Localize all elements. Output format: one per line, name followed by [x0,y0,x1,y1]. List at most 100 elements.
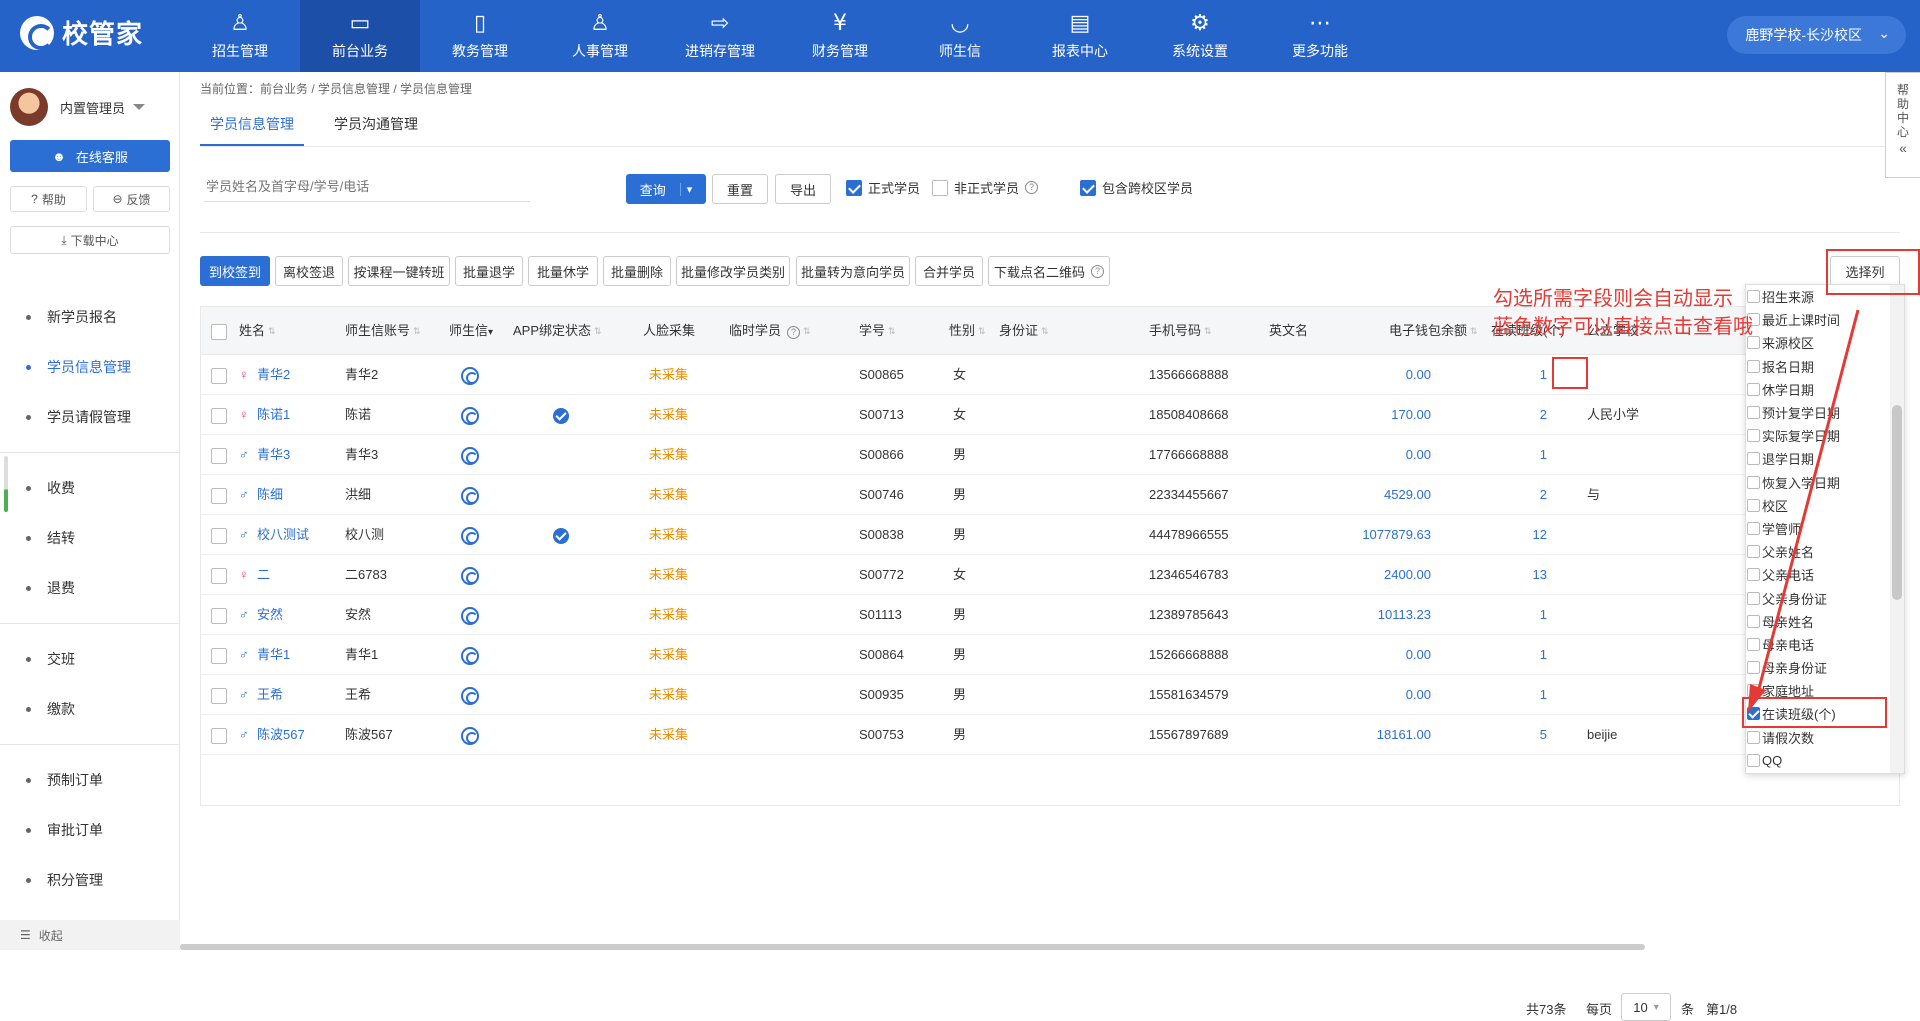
sidebar-item[interactable]: 交班 [0,634,180,684]
nav-item-4[interactable]: ⇨ 进销存管理 [660,0,780,72]
help-button[interactable]: ? 帮助 [10,186,87,212]
student-name-link[interactable]: 陈诺1 [257,395,290,435]
column-option[interactable]: QQ [1746,749,1904,772]
wx-icon-cell[interactable] [461,395,479,435]
table-row[interactable]: ♂ 陈细 洪细 未采集 S00746 男 22334455667 4529.00 2 与 [201,475,1901,515]
nav-item-1[interactable]: ▭ 前台业务 [300,0,420,72]
face-status[interactable]: 未采集 [649,435,688,475]
page-size-select[interactable]: 10 ▾ [1621,993,1671,1021]
wallet-balance[interactable]: 0.00 [1331,355,1431,395]
col-wx[interactable]: 师生信▾ [449,307,493,355]
export-button[interactable]: 导出 [775,174,831,204]
search-input[interactable] [204,172,530,202]
column-option[interactable]: 公立学校 [1746,772,1904,773]
nav-item-2[interactable]: ▯ 教务管理 [420,0,540,72]
formal-student-checkbox[interactable]: 正式学员 [846,178,920,197]
class-count-link[interactable]: 13 [1491,555,1547,595]
sidebar-item[interactable]: 结转 [0,513,180,563]
wallet-balance[interactable]: 18161.00 [1331,715,1431,755]
online-service-button[interactable]: ☻ 在线客服 [10,140,170,172]
row-checkbox[interactable] [211,635,227,675]
action-button-5[interactable]: 批量删除 [603,256,671,286]
action-button-0[interactable]: 到校签到 [200,256,270,286]
school-selector[interactable]: 鹿野学校-长沙校区 ⌄ [1727,16,1906,54]
wx-icon-cell[interactable] [461,355,479,395]
row-checkbox[interactable] [211,555,227,595]
table-row[interactable]: ♂ 安然 安然 未采集 S01113 男 12389785643 10113.23 1 [201,595,1901,635]
row-checkbox[interactable] [211,435,227,475]
sidebar-item[interactable]: 预制订单 [0,755,180,805]
student-name-link[interactable]: 王希 [257,675,283,715]
question-icon[interactable]: ? [787,326,801,339]
download-center-button[interactable]: ⤓ 下载中心 [10,226,170,254]
student-name-link[interactable]: 陈细 [257,475,283,515]
row-checkbox[interactable] [211,355,227,395]
face-status[interactable]: 未采集 [649,595,688,635]
face-status[interactable]: 未采集 [649,355,688,395]
table-row[interactable]: ♀ 陈诺1 陈诺 未采集 S00713 女 18508408668 170.00 2 人民小学 [201,395,1901,435]
chevron-down-icon[interactable]: ▾ [679,182,692,196]
user-menu[interactable]: 内置管理员 [10,88,146,126]
row-checkbox[interactable] [211,595,227,635]
feedback-button[interactable]: ⊖ 反馈 [93,186,170,212]
action-button-8[interactable]: 合并学员 [915,256,983,286]
column-option[interactable]: 请假次数 [1746,726,1904,749]
face-status[interactable]: 未采集 [649,715,688,755]
col-id-card[interactable]: 身份证 ⇅ [999,307,1049,355]
reset-button[interactable]: 重置 [712,174,768,204]
table-row[interactable]: ♀ 二 二6783 未采集 S00772 女 12346546783 2400.00 13 [201,555,1901,595]
horizontal-scrollbar[interactable] [180,944,1645,950]
table-row[interactable]: ♀ 青华2 青华2 未采集 S00865 女 13566668888 0.00 1 [201,355,1901,395]
row-checkbox[interactable] [211,475,227,515]
action-button-2[interactable]: 按课程一键转班 [348,256,450,286]
student-name-link[interactable]: 青华1 [257,635,290,675]
nav-item-7[interactable]: ▤ 报表中心 [1020,0,1140,72]
collapse-sidebar-button[interactable]: ☰ 收起 [0,920,180,950]
question-icon[interactable]: ? [1025,181,1039,194]
wx-icon-cell[interactable] [461,595,479,635]
action-button-6[interactable]: 批量修改学员类别 [676,256,790,286]
face-status[interactable]: 未采集 [649,675,688,715]
app-logo[interactable]: 校管家 [20,14,143,51]
class-count-link[interactable]: 2 [1491,475,1547,515]
col-account[interactable]: 师生信账号 ⇅ [345,307,421,355]
select-all-checkbox[interactable] [211,307,227,355]
action-button-3[interactable]: 批量退学 [455,256,523,286]
wx-icon-cell[interactable] [461,635,479,675]
class-count-link[interactable]: 1 [1491,675,1547,715]
col-gender[interactable]: 性别 ⇅ [949,307,986,355]
wx-icon-cell[interactable] [461,555,479,595]
action-button-9[interactable]: 下载点名二维码? [988,256,1110,286]
tab-student-communication[interactable]: 学员沟通管理 [324,102,428,146]
sidebar-item[interactable]: 收费 [0,463,180,513]
nav-item-5[interactable]: ¥ 财务管理 [780,0,900,72]
class-count-link[interactable]: 2 [1491,395,1547,435]
wx-icon-cell[interactable] [461,475,479,515]
wallet-balance[interactable]: 4529.00 [1331,475,1431,515]
col-temp-student[interactable]: 临时学员? ⇅ [729,307,811,355]
face-status[interactable]: 未采集 [649,475,688,515]
face-status[interactable]: 未采集 [649,515,688,555]
sidebar-item[interactable]: 学员请假管理 [0,392,180,442]
row-checkbox[interactable] [211,675,227,715]
table-row[interactable]: ♂ 青华1 青华1 未采集 S00864 男 15266668888 0.00 1 [201,635,1901,675]
student-name-link[interactable]: 二 [257,555,270,595]
col-app-bind[interactable]: APP绑定状态 ⇅ [513,307,602,355]
wallet-balance[interactable]: 2400.00 [1331,555,1431,595]
action-button-1[interactable]: 离校签退 [275,256,343,286]
wallet-balance[interactable]: 1077879.63 [1331,515,1431,555]
class-count-link[interactable]: 1 [1491,435,1547,475]
row-checkbox[interactable] [211,515,227,555]
sidebar-item[interactable]: 积分管理 [0,855,180,905]
table-row[interactable]: ♂ 青华3 青华3 未采集 S00866 男 17766668888 0.00 1 [201,435,1901,475]
informal-student-checkbox[interactable]: 非正式学员? [932,178,1039,197]
student-name-link[interactable]: 青华2 [257,355,290,395]
student-name-link[interactable]: 安然 [257,595,283,635]
student-name-link[interactable]: 陈波567 [257,715,305,755]
table-row[interactable]: ♂ 王希 王希 未采集 S00935 男 15581634579 0.00 1 [201,675,1901,715]
action-button-4[interactable]: 批量休学 [528,256,598,286]
sidebar-item[interactable]: 新学员报名 [0,292,180,342]
class-count-link[interactable]: 1 [1491,355,1547,395]
sidebar-item[interactable]: 审批订单 [0,805,180,855]
student-name-link[interactable]: 校八测试 [257,515,309,555]
